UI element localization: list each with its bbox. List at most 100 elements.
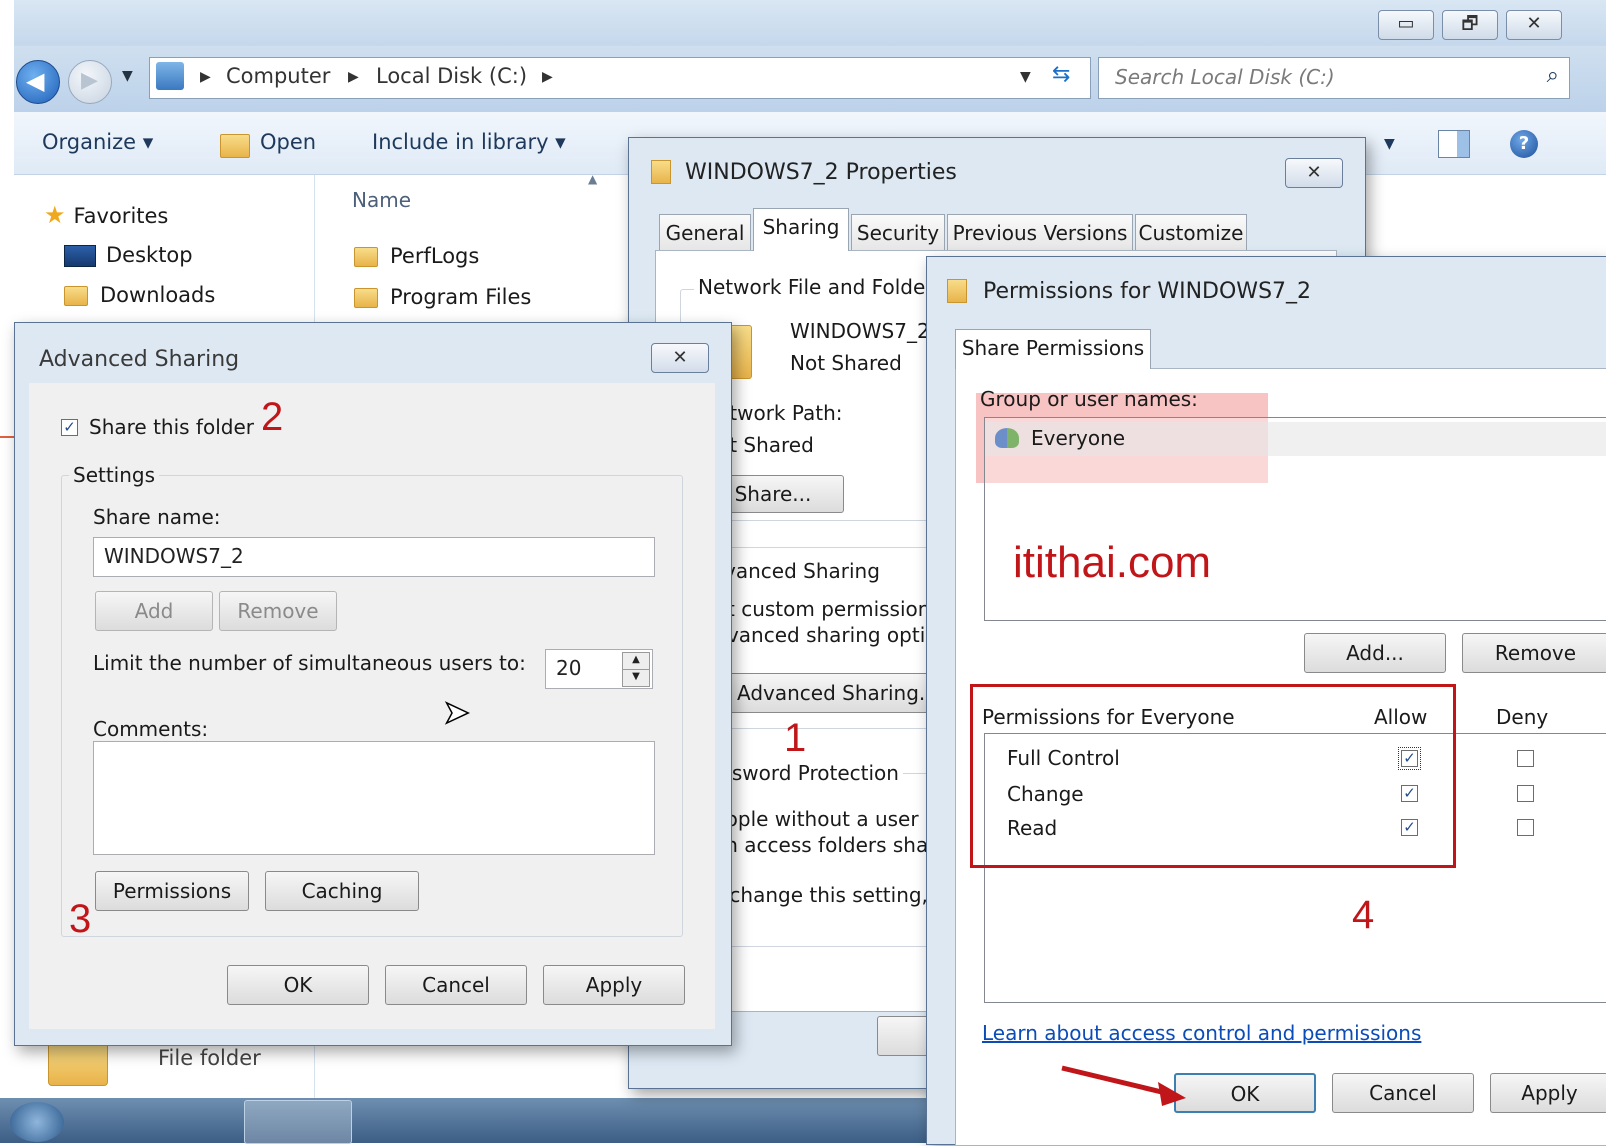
- search-input[interactable]: Search Local Disk (C:) ⌕: [1098, 57, 1570, 99]
- restore-button[interactable]: 🗗: [1442, 10, 1498, 40]
- properties-close-button[interactable]: ✕: [1285, 158, 1343, 188]
- file-row[interactable]: PerfLogs: [354, 244, 479, 268]
- user-list: Everyone itithai.com: [984, 417, 1606, 621]
- close-button[interactable]: ✕: [1506, 10, 1562, 40]
- include-library-menu[interactable]: Include in library ▾: [372, 130, 566, 154]
- breadcrumb-local-disk[interactable]: Local Disk (C:): [376, 64, 527, 88]
- share-name-input[interactable]: WINDOWS7_2: [93, 537, 655, 577]
- open-button[interactable]: Open: [260, 130, 316, 154]
- folder-title-icon: [651, 160, 671, 184]
- advanced-close-button[interactable]: ✕: [651, 343, 709, 373]
- organize-menu[interactable]: Organize ▾: [42, 130, 153, 154]
- permissions-apply-button[interactable]: Apply: [1490, 1073, 1606, 1113]
- share-folder-checkbox[interactable]: ✓: [61, 419, 78, 436]
- permissions-highlight-box: [970, 684, 1456, 868]
- nav-desktop[interactable]: Desktop: [64, 243, 193, 267]
- large-folder-icon: [48, 1040, 108, 1086]
- nav-downloads[interactable]: Downloads: [64, 283, 215, 307]
- folder-icon: [354, 247, 378, 267]
- tab-general[interactable]: General: [659, 214, 751, 250]
- minimize-button[interactable]: ▭: [1378, 10, 1434, 40]
- password-desc-2: can access folders shared: [702, 833, 962, 857]
- add-share-button[interactable]: Add: [95, 591, 213, 631]
- back-arrow-icon: ◀: [26, 67, 45, 95]
- advanced-desc-1: Set custom permissions,: [702, 597, 948, 621]
- address-box[interactable]: ▶ Computer ▶ Local Disk (C:) ▶ ▼ ⇆: [149, 57, 1091, 99]
- star-icon: ★: [44, 201, 66, 229]
- annotation-step-1: 1: [784, 716, 807, 760]
- access-control-link[interactable]: Learn about access control and permissio…: [982, 1021, 1421, 1045]
- computer-icon: [156, 62, 184, 90]
- back-button[interactable]: ◀: [16, 60, 60, 104]
- address-dropdown-icon[interactable]: ▼: [1020, 69, 1031, 85]
- group-user-names-label: Group or user names:: [980, 387, 1198, 411]
- permissions-button[interactable]: Permissions: [95, 871, 249, 911]
- column-header-name[interactable]: Name: [352, 188, 411, 212]
- folder-title-icon: [947, 279, 967, 303]
- change-deny-checkbox[interactable]: ✓: [1517, 785, 1534, 802]
- explorer-titlebar: [14, 0, 1606, 46]
- desktop-icon: [64, 245, 96, 267]
- tab-sharing[interactable]: Sharing: [753, 208, 849, 251]
- permissions-cancel-button[interactable]: Cancel: [1332, 1073, 1474, 1113]
- breadcrumb-separator-icon: ▶: [348, 69, 359, 85]
- preview-pane-icon[interactable]: [1438, 130, 1470, 158]
- file-row[interactable]: Program Files: [354, 285, 531, 309]
- advanced-apply-button[interactable]: Apply: [543, 965, 685, 1005]
- remove-share-button[interactable]: Remove: [219, 591, 337, 631]
- spin-down-icon[interactable]: ▼: [622, 669, 650, 687]
- comments-textarea[interactable]: [93, 741, 655, 855]
- annotation-step-2: 2: [261, 395, 284, 439]
- breadcrumb-separator-icon: ▶: [200, 69, 211, 85]
- full-control-deny-checkbox[interactable]: ✓: [1517, 750, 1534, 767]
- search-icon[interactable]: ⌕: [1547, 63, 1559, 88]
- limit-users-spinner[interactable]: 20 ▲ ▼: [545, 649, 653, 689]
- share-folder-label[interactable]: Share this folder: [89, 415, 254, 439]
- user-list-item[interactable]: Everyone: [985, 422, 1606, 456]
- file-type-label: File folder: [158, 1046, 261, 1070]
- watermark-text: itithai.com: [1013, 538, 1212, 587]
- search-placeholder: Search Local Disk (C:): [1115, 65, 1335, 89]
- deny-column-header: Deny: [1496, 705, 1549, 729]
- nav-favorites[interactable]: ★ Favorites: [44, 201, 168, 229]
- remove-user-button[interactable]: Remove: [1462, 633, 1606, 673]
- read-deny-checkbox[interactable]: ✓: [1517, 819, 1534, 836]
- forward-button[interactable]: ▶: [68, 60, 112, 104]
- folder-status: Not Shared: [790, 351, 902, 375]
- recent-pages-chevron-icon[interactable]: ▼: [122, 68, 133, 84]
- tab-security[interactable]: Security: [851, 214, 945, 250]
- breadcrumb-separator-icon: ▶: [542, 69, 553, 85]
- advanced-sharing-dialog: Advanced Sharing ✕ ✓ Share this folder 2…: [14, 322, 732, 1046]
- comments-label: Comments:: [93, 717, 209, 741]
- view-options-chevron-icon[interactable]: ▼: [1384, 136, 1395, 152]
- mouse-cursor-icon: ➤: [442, 692, 470, 732]
- annotation-step-4: 4: [1352, 893, 1375, 937]
- spin-up-icon[interactable]: ▲: [622, 652, 650, 670]
- advanced-sharing-button[interactable]: Advanced Sharing...: [702, 673, 952, 713]
- properties-title: WINDOWS7_2 Properties: [685, 160, 957, 185]
- help-icon[interactable]: ?: [1510, 130, 1538, 158]
- advanced-ok-button[interactable]: OK: [227, 965, 369, 1005]
- share-name-label: Share name:: [93, 505, 221, 529]
- tab-previous-versions[interactable]: Previous Versions: [947, 214, 1133, 250]
- tab-share-permissions[interactable]: Share Permissions: [955, 329, 1151, 369]
- folder-icon: [354, 288, 378, 308]
- limit-users-label: Limit the number of simultaneous users t…: [93, 651, 526, 675]
- advanced-sharing-panel: ✓ Share this folder 2 Settings Share nam…: [29, 383, 715, 1029]
- breadcrumb-computer[interactable]: Computer: [226, 64, 330, 88]
- sort-arrow-icon: ▲: [588, 172, 598, 186]
- refresh-icon[interactable]: ⇆: [1052, 62, 1070, 87]
- advanced-cancel-button[interactable]: Cancel: [385, 965, 527, 1005]
- folder-name: WINDOWS7_2: [790, 319, 930, 343]
- open-folder-icon: [220, 134, 250, 158]
- advanced-sharing-title: Advanced Sharing: [39, 347, 240, 372]
- start-button[interactable]: [10, 1102, 64, 1142]
- downloads-folder-icon: [64, 286, 88, 306]
- add-user-button[interactable]: Add...: [1304, 633, 1446, 673]
- permissions-title: Permissions for WINDOWS7_2: [983, 279, 1312, 304]
- taskbar-explorer-button[interactable]: [244, 1100, 352, 1144]
- caching-button[interactable]: Caching: [265, 871, 419, 911]
- arrow-annotation-icon: [1061, 1065, 1186, 1106]
- tab-customize[interactable]: Customize: [1135, 214, 1247, 250]
- annotation-step-3: 3: [69, 897, 92, 941]
